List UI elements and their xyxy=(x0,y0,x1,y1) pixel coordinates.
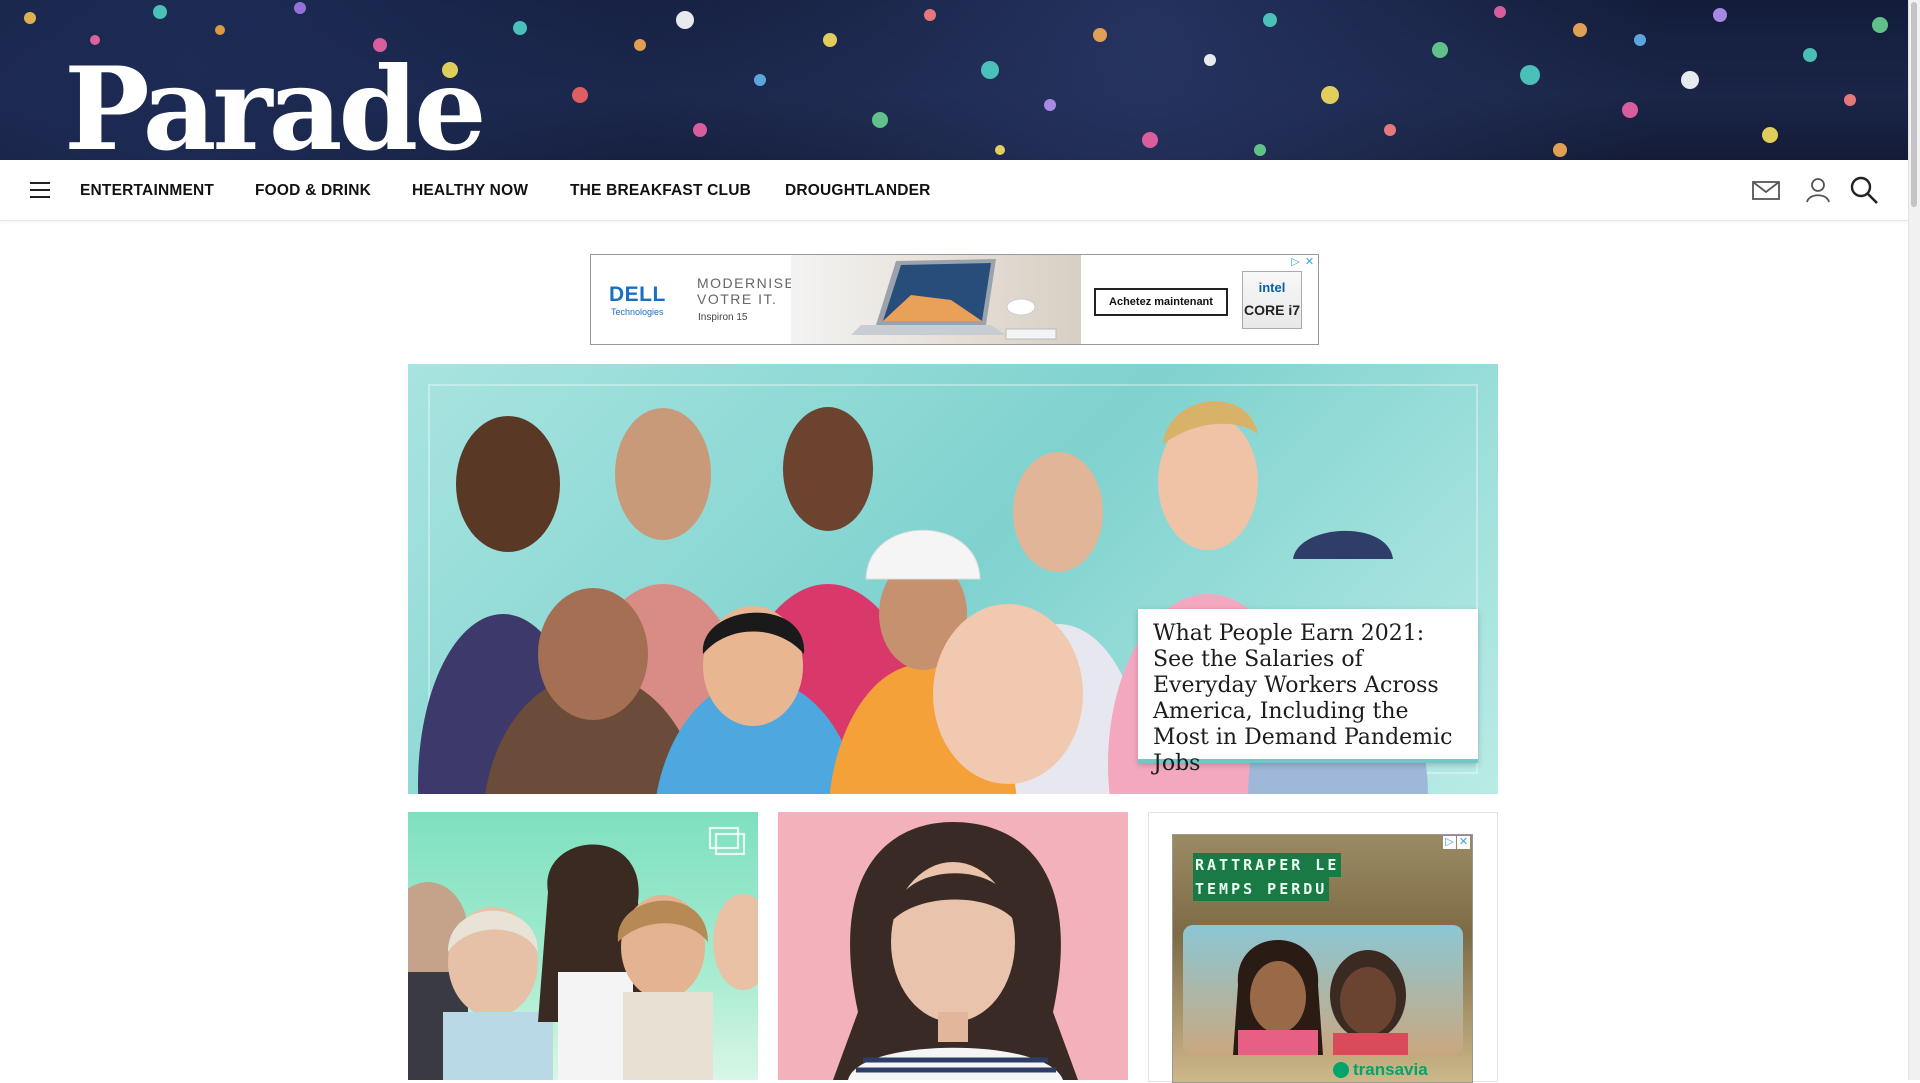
site-logo[interactable]: Parade xyxy=(64,52,487,160)
side-ad-headline: RATTRAPER LE TEMPS PERDU xyxy=(1193,853,1433,901)
scrollbar-thumb[interactable] xyxy=(1911,2,1917,207)
hero-article[interactable]: What People Earn 2021: See the Salaries … xyxy=(408,364,1498,794)
article-card-1[interactable] xyxy=(408,812,758,1080)
adchoices-icon[interactable]: ▷ xyxy=(1289,256,1302,269)
transavia-logo-mark xyxy=(1333,1062,1349,1078)
ad-headline-line2: VOTRE IT. xyxy=(697,291,778,307)
header-banner: Parade xyxy=(0,0,1909,160)
transavia-ad[interactable]: RATTRAPER LE TEMPS PERDU transavia ▷ ✕ xyxy=(1172,834,1473,1083)
ad-product-name: Inspiron 15 xyxy=(698,312,748,323)
transavia-brand-text: transavia xyxy=(1353,1060,1428,1079)
nav-link-breakfast-club[interactable]: THE BREAKFAST CLUB xyxy=(570,182,751,200)
mail-icon[interactable] xyxy=(1750,174,1782,206)
dell-ad-banner[interactable]: DELL Technologies MODERNISEZ VOTRE IT. I… xyxy=(590,254,1319,345)
nav-link-food-drink[interactable]: FOOD & DRINK xyxy=(255,182,371,200)
nav-link-healthy-now[interactable]: HEALTHY NOW xyxy=(412,182,528,200)
gallery-icon xyxy=(708,826,746,856)
nav-link-droughtlander[interactable]: DROUGHTLANDER xyxy=(785,182,931,200)
page-scrollbar[interactable] xyxy=(1908,0,1920,1080)
ad-headline: MODERNISEZ VOTRE IT. xyxy=(697,275,805,307)
hero-headline-card[interactable]: What People Earn 2021: See the Salaries … xyxy=(1138,609,1478,776)
transavia-logo: transavia xyxy=(1333,1060,1428,1080)
side-ad-photo xyxy=(1183,925,1463,1055)
search-icon[interactable] xyxy=(1848,174,1880,206)
ad-headline-line1: MODERNISEZ xyxy=(697,275,806,291)
ad-cta-button[interactable]: Achetez maintenant xyxy=(1094,288,1228,316)
user-icon[interactable] xyxy=(1802,174,1834,206)
hero-headline[interactable]: What People Earn 2021: See the Salaries … xyxy=(1153,621,1466,777)
main-nav: ENTERTAINMENT FOOD & DRINK HEALTHY NOW T… xyxy=(0,160,1909,221)
intel-badge-top: intel xyxy=(1258,280,1286,295)
intel-core-i7-badge: intel CORE i7 xyxy=(1242,271,1302,329)
intel-badge-bottom: CORE i7 xyxy=(1243,302,1300,318)
nav-link-entertainment[interactable]: ENTERTAINMENT xyxy=(80,182,214,200)
laptop-image xyxy=(791,255,1081,344)
side-adchoices-icon[interactable]: ▷ xyxy=(1443,836,1456,849)
ad-close-icon[interactable]: ✕ xyxy=(1303,256,1316,269)
article-card-2-image xyxy=(833,822,1078,1080)
side-ad-headline-line2: TEMPS PERDU xyxy=(1193,877,1330,901)
side-ad-close-icon[interactable]: ✕ xyxy=(1457,836,1470,849)
hamburger-menu-icon[interactable] xyxy=(30,182,50,198)
side-ad-headline-line1: RATTRAPER LE xyxy=(1193,853,1342,877)
article-card-2[interactable] xyxy=(778,812,1128,1080)
dell-logo-sub: Technologies xyxy=(611,307,664,317)
side-ad-container: RATTRAPER LE TEMPS PERDU transavia ▷ ✕ xyxy=(1148,812,1498,1083)
dell-logo: DELL xyxy=(609,283,666,306)
article-card-1-image xyxy=(408,844,758,1080)
